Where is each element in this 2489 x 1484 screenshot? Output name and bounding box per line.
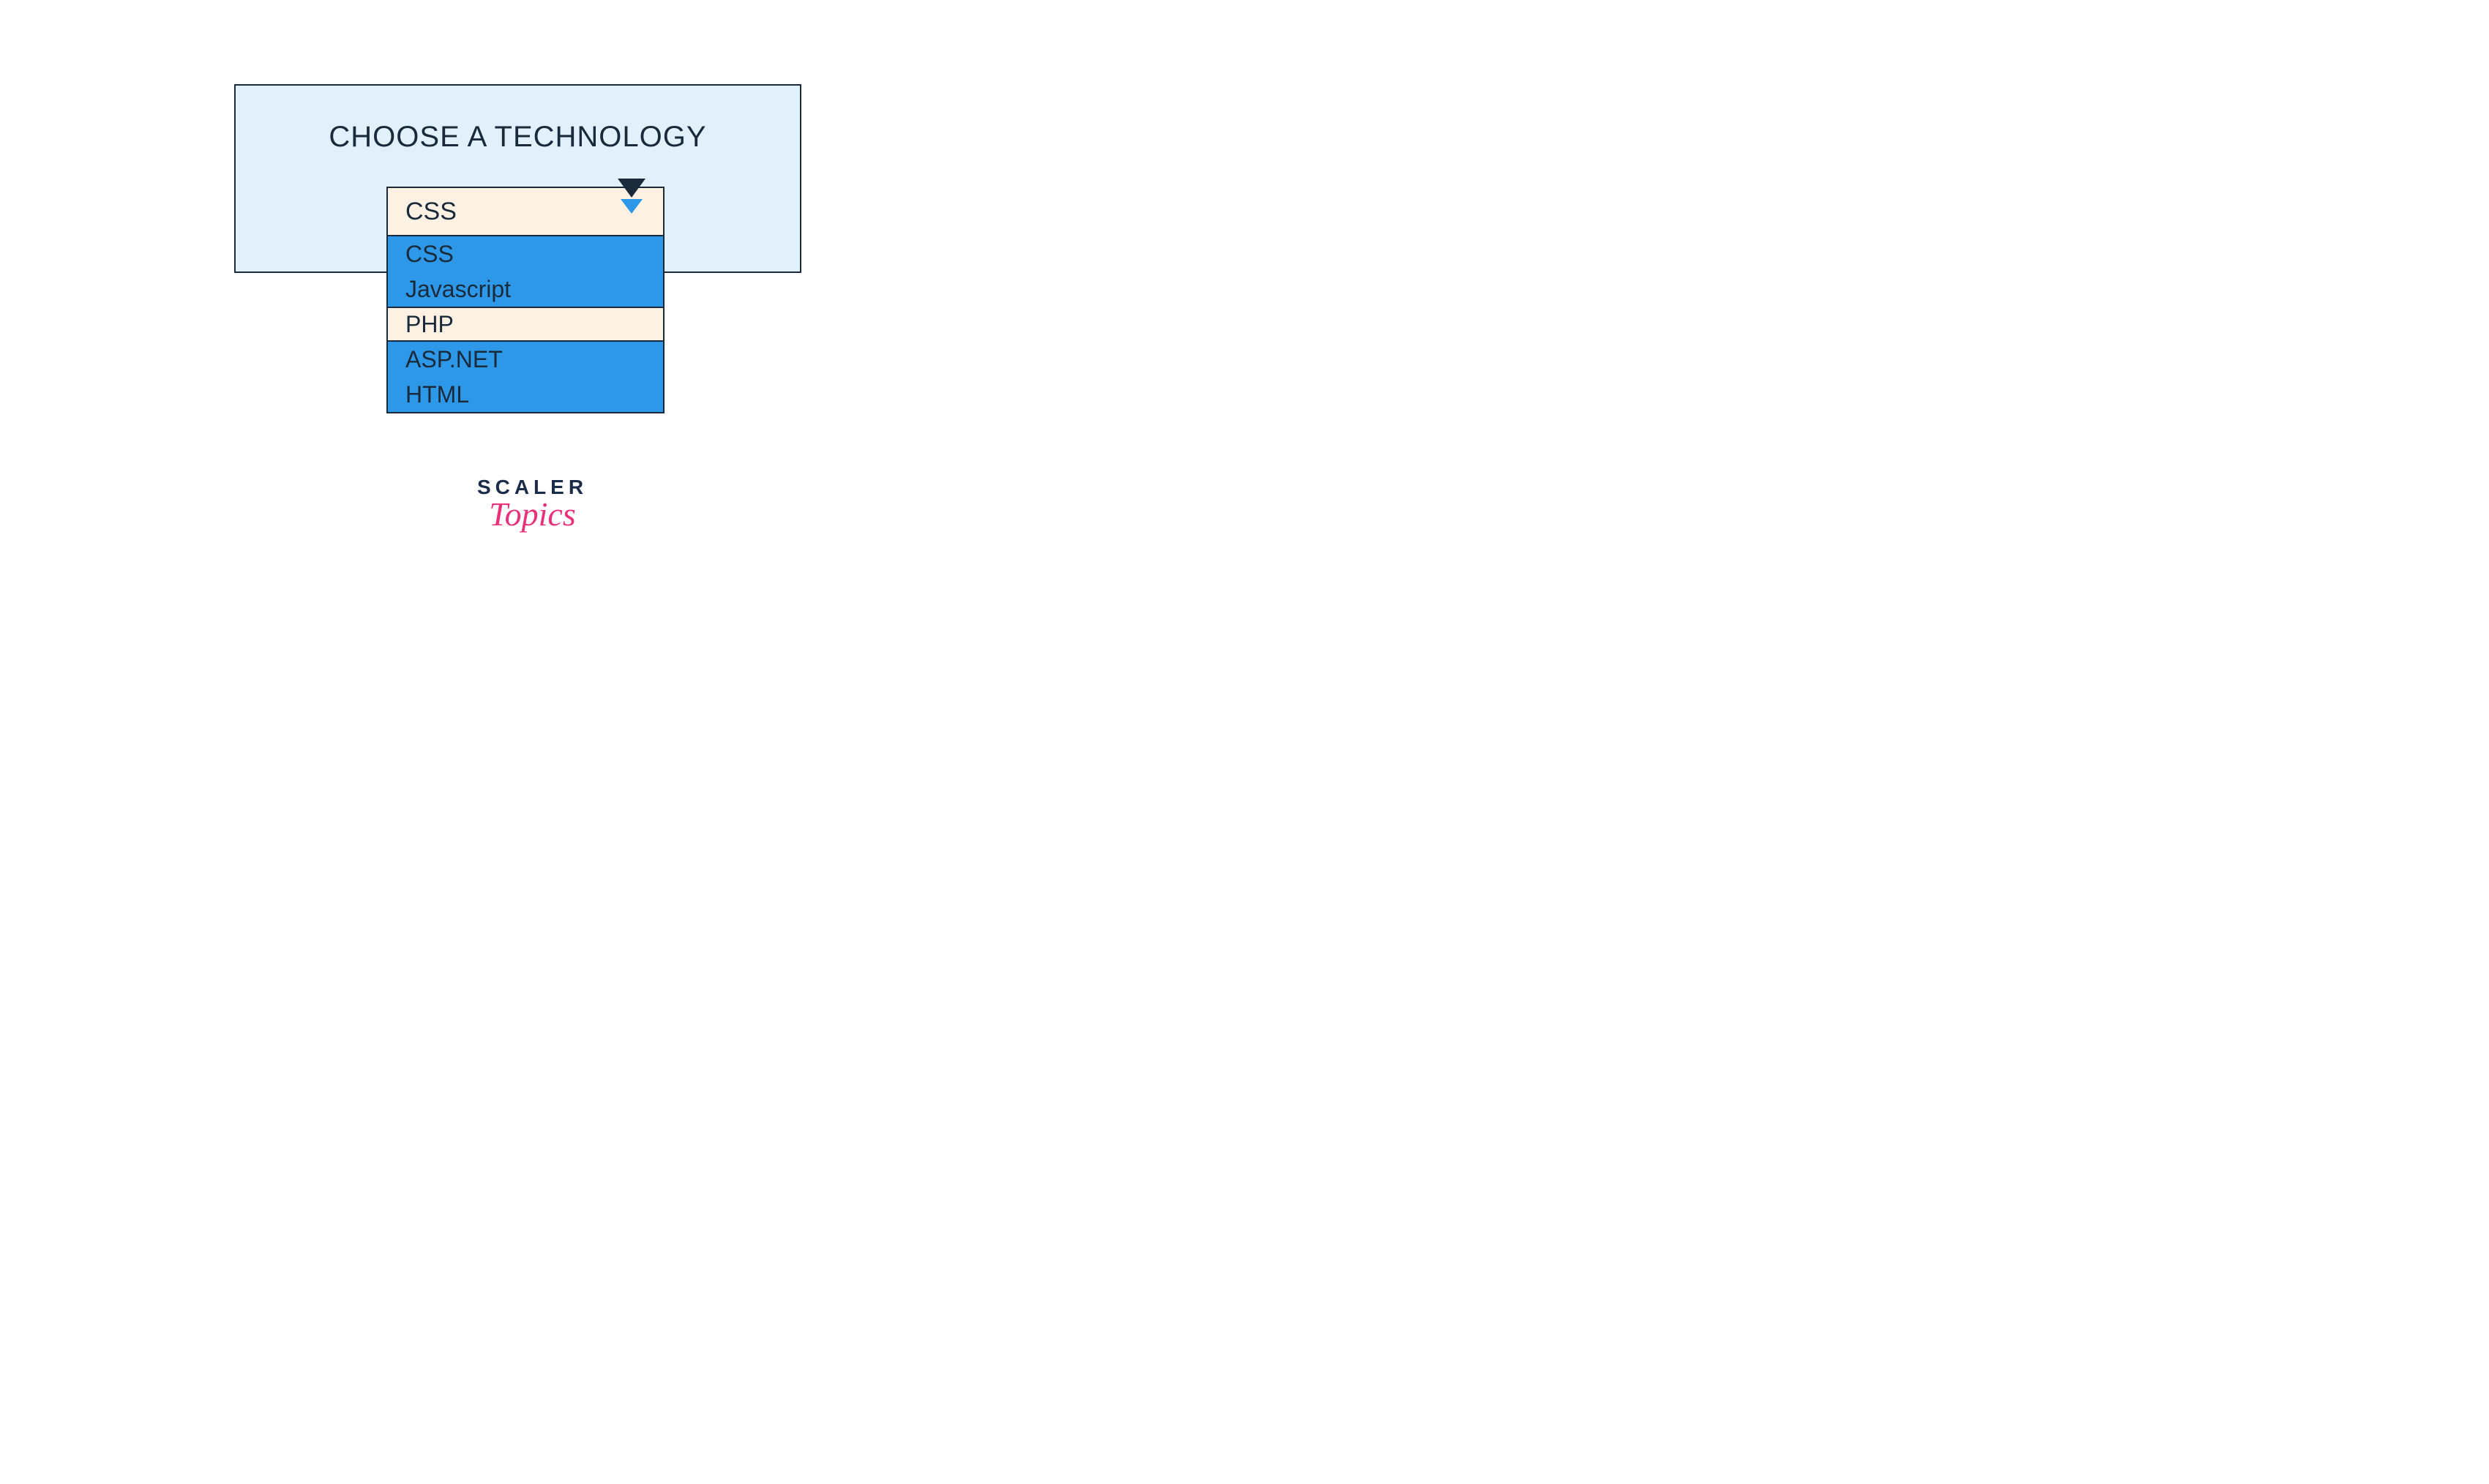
dropdown-selected-row[interactable]: CSS xyxy=(388,188,663,236)
brand-subtitle: Topics xyxy=(477,495,588,533)
dropdown-option-css[interactable]: CSS xyxy=(388,236,663,271)
chevron-down-icon xyxy=(618,198,645,226)
dropdown-option-html[interactable]: HTML xyxy=(388,377,663,412)
dropdown-option-aspnet[interactable]: ASP.NET xyxy=(388,342,663,377)
brand-logo: SCALER Topics xyxy=(477,476,588,533)
technology-dropdown[interactable]: CSS CSS Javascript PHP ASP.NET HTML xyxy=(386,187,665,413)
dropdown-option-javascript[interactable]: Javascript xyxy=(388,271,663,307)
dropdown-option-php[interactable]: PHP xyxy=(388,307,663,342)
dropdown-selected-label: CSS xyxy=(405,198,457,226)
dropdown-options-list: CSS Javascript PHP ASP.NET HTML xyxy=(388,236,663,412)
panel-title: CHOOSE A TECHNOLOGY xyxy=(329,121,706,154)
